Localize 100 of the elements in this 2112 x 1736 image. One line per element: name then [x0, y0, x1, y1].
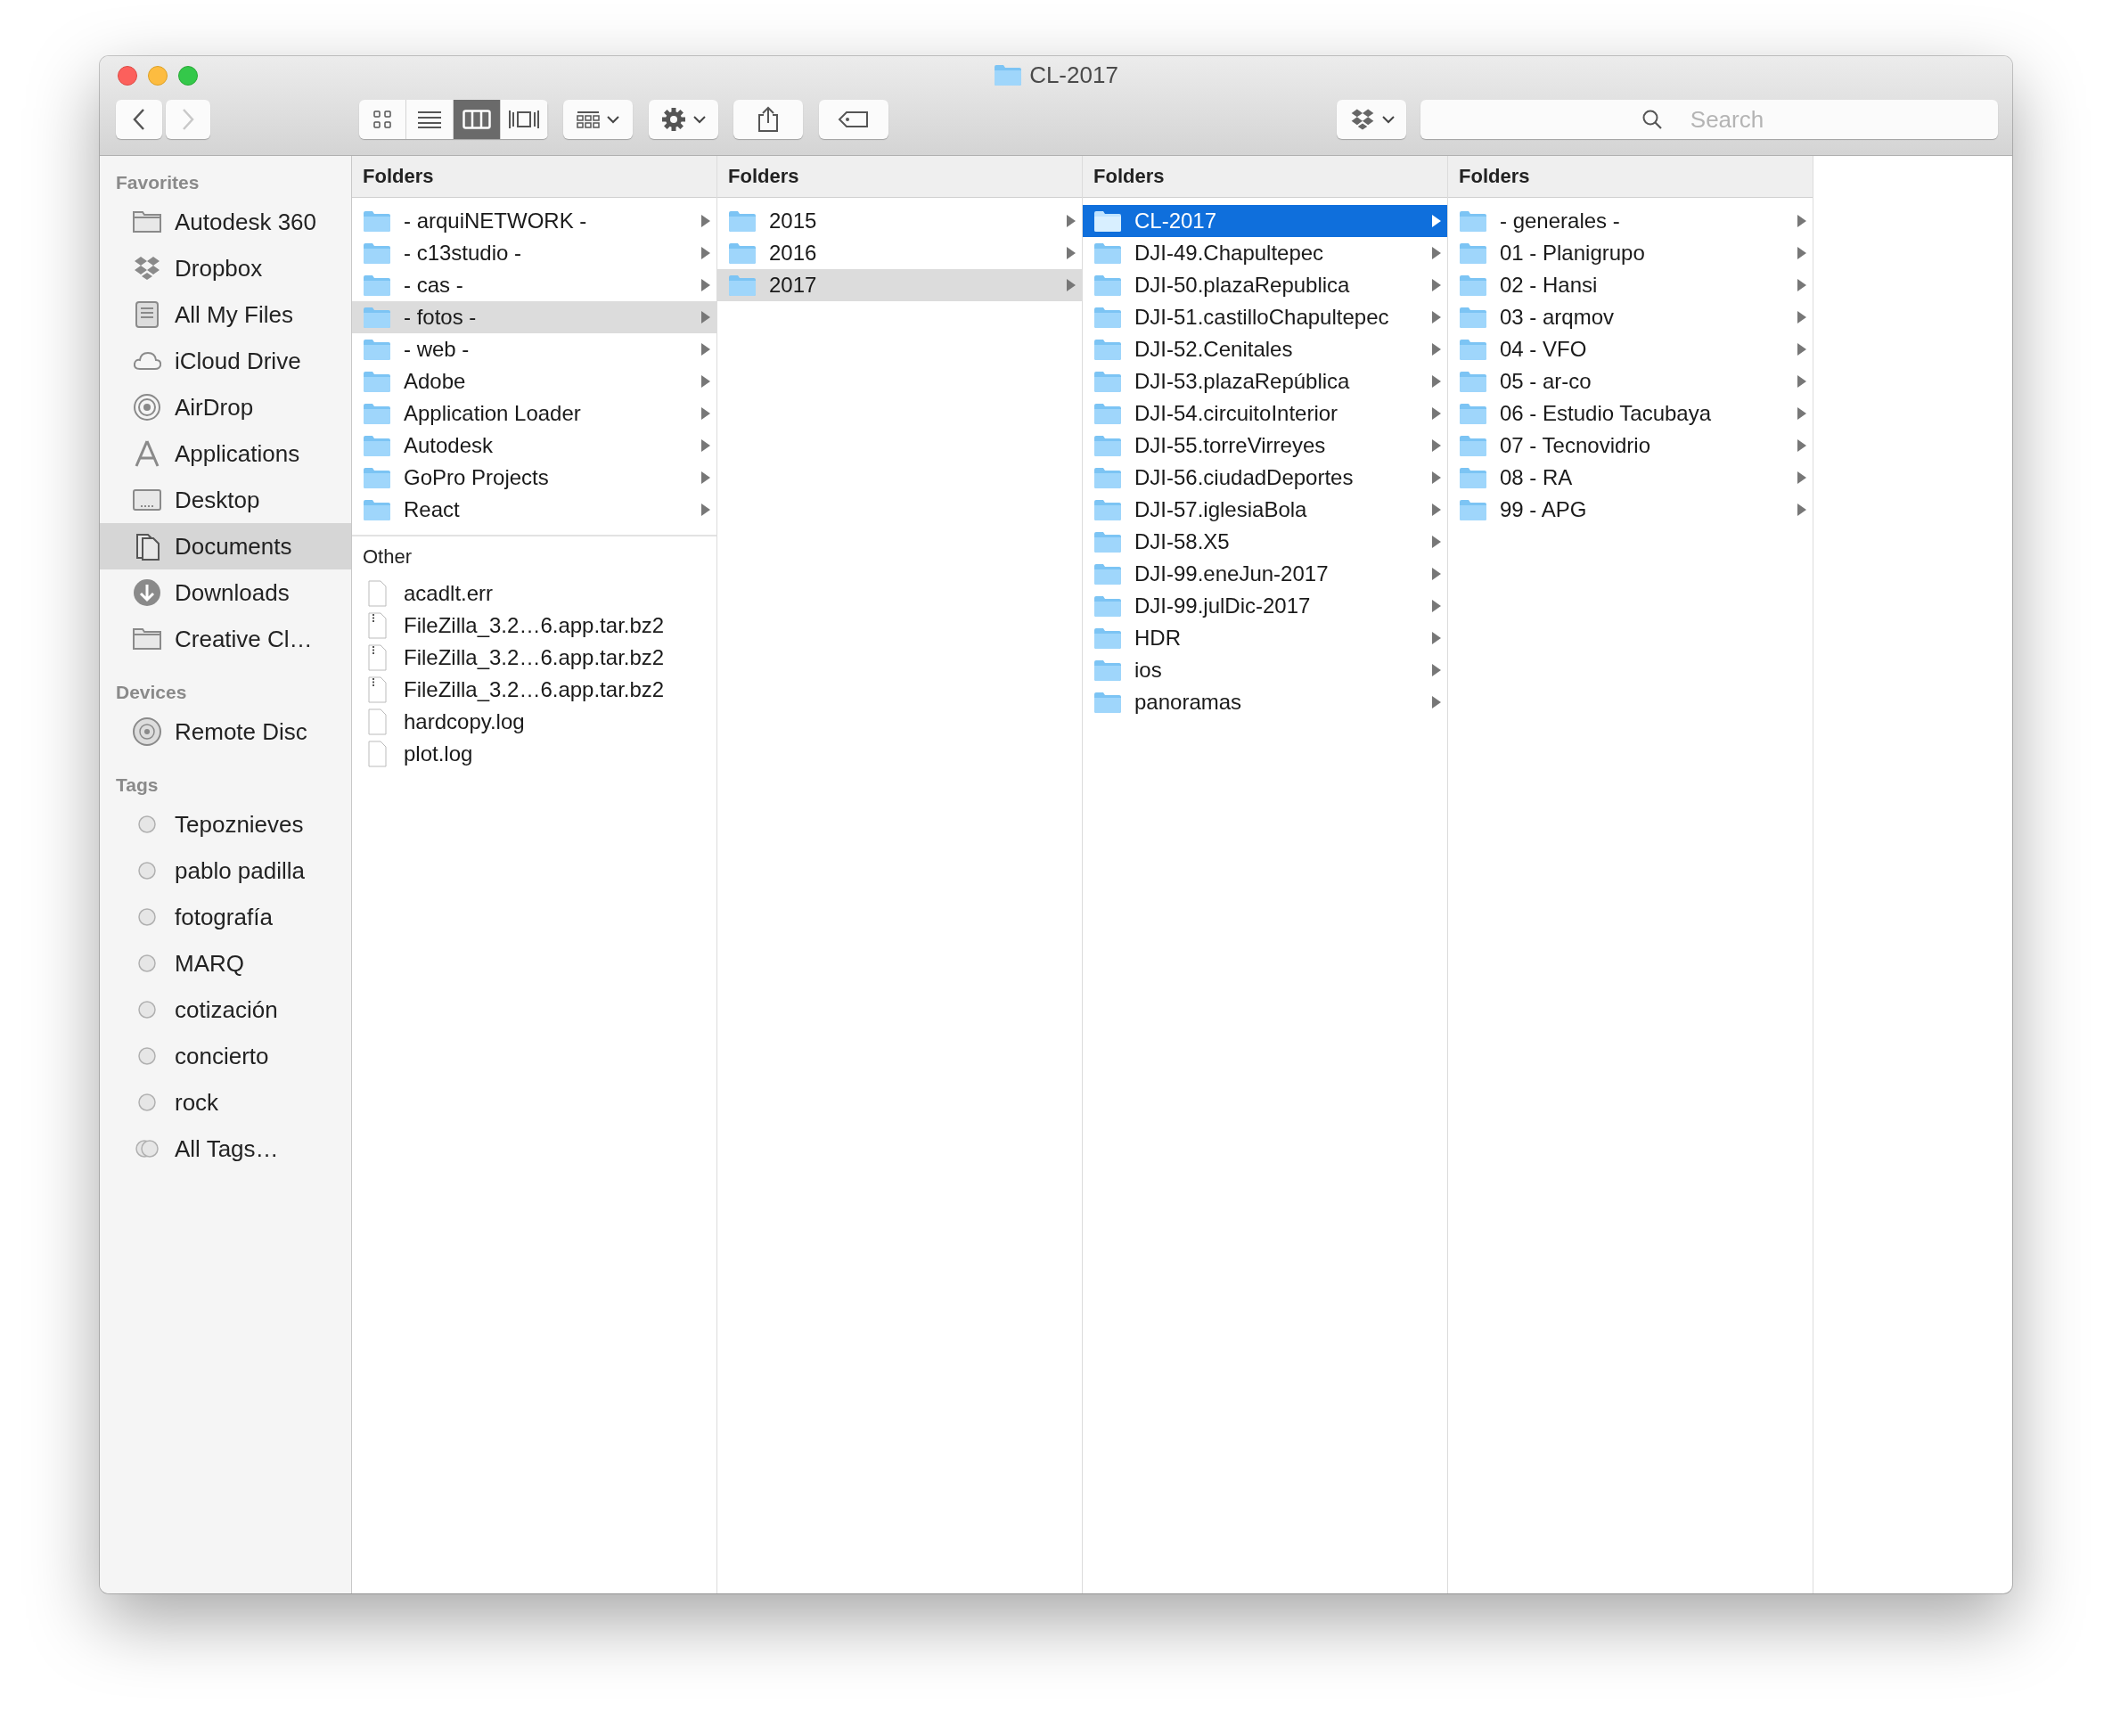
folder-icon	[363, 338, 391, 361]
view-mode-button[interactable]	[359, 100, 406, 139]
file-row[interactable]: 01 - Planigrupo	[1448, 237, 1813, 269]
file-row[interactable]: FileZilla_3.2…6.app.tar.bz2	[352, 642, 716, 674]
file-row[interactable]: DJI-57.iglesiaBola	[1083, 494, 1447, 526]
file-row[interactable]: 02 - Hansi	[1448, 269, 1813, 301]
window-title: CL-2017	[1029, 61, 1118, 89]
file-row[interactable]: 07 - Tecnovidrio	[1448, 430, 1813, 462]
view-mode-button[interactable]	[501, 100, 548, 139]
file-row[interactable]: DJI-58.X5	[1083, 526, 1447, 558]
file-row[interactable]: Adobe	[352, 365, 716, 397]
disclosure-triangle-icon	[1797, 438, 1807, 453]
disclosure-triangle-icon	[1431, 471, 1442, 485]
sidebar-item[interactable]: Tepoznieves	[100, 801, 351, 848]
sidebar-item[interactable]: All Tags…	[100, 1126, 351, 1172]
search-field[interactable]: Search	[1420, 100, 1998, 139]
file-row[interactable]: - cas -	[352, 269, 716, 301]
close-button[interactable]	[118, 66, 137, 86]
folder-icon	[1093, 659, 1122, 682]
file-row[interactable]: 05 - ar-co	[1448, 365, 1813, 397]
file-row[interactable]: DJI-50.plazaRepublica	[1083, 269, 1447, 301]
folder-icon	[1093, 498, 1122, 521]
disclosure-triangle-icon	[1431, 695, 1442, 709]
folder-icon	[363, 209, 391, 233]
file-row[interactable]: 08 - RA	[1448, 462, 1813, 494]
file-row[interactable]: DJI-99.eneJun-2017	[1083, 558, 1447, 590]
sidebar-item[interactable]: Desktop	[100, 477, 351, 523]
file-row[interactable]: 03 - arqmov	[1448, 301, 1813, 333]
disclosure-triangle-icon	[700, 310, 711, 324]
share-button[interactable]	[733, 100, 803, 139]
folder-icon	[1093, 626, 1122, 650]
file-row[interactable]: DJI-56.ciudadDeportes	[1083, 462, 1447, 494]
file-row[interactable]: Autodesk	[352, 430, 716, 462]
file-row[interactable]: 06 - Estudio Tacubaya	[1448, 397, 1813, 430]
file-row[interactable]: React	[352, 494, 716, 526]
sidebar-item[interactable]: rock	[100, 1079, 351, 1126]
sidebar-item[interactable]: AirDrop	[100, 384, 351, 430]
sidebar-item[interactable]: Remote Disc	[100, 708, 351, 755]
view-mode-button[interactable]	[406, 100, 454, 139]
sidebar-item[interactable]: Applications	[100, 430, 351, 477]
file-row[interactable]: 2015	[717, 205, 1082, 237]
folder-icon	[1459, 242, 1487, 265]
file-row[interactable]: Application Loader	[352, 397, 716, 430]
file-row[interactable]: ios	[1083, 654, 1447, 686]
file-row[interactable]: HDR	[1083, 622, 1447, 654]
folder-icon	[1459, 306, 1487, 329]
sidebar-item[interactable]: Autodesk 360	[100, 199, 351, 245]
file-row[interactable]: 2017	[717, 269, 1082, 301]
file-row[interactable]: CL-2017	[1083, 205, 1447, 237]
file-row[interactable]: - web -	[352, 333, 716, 365]
folder-icon	[728, 209, 757, 233]
file-row[interactable]: 04 - VFO	[1448, 333, 1813, 365]
file-row[interactable]: DJI-49.Chapultepec	[1083, 237, 1447, 269]
file-row[interactable]: FileZilla_3.2…6.app.tar.bz2	[352, 674, 716, 706]
file-row[interactable]: DJI-52.Cenitales	[1083, 333, 1447, 365]
folder-icon	[363, 306, 391, 329]
file-row[interactable]: - c13studio -	[352, 237, 716, 269]
folder-icon	[728, 242, 757, 265]
file-row[interactable]: 2016	[717, 237, 1082, 269]
folder-icon	[1093, 370, 1122, 393]
file-row[interactable]: - generales -	[1448, 205, 1813, 237]
file-row[interactable]: DJI-54.circuitoInterior	[1083, 397, 1447, 430]
file-row[interactable]: panoramas	[1083, 686, 1447, 718]
sidebar-item[interactable]: pablo padilla	[100, 848, 351, 894]
sidebar-item[interactable]: MARQ	[100, 940, 351, 987]
action-button[interactable]	[649, 100, 718, 139]
file-row[interactable]: GoPro Projects	[352, 462, 716, 494]
sidebar-item[interactable]: concierto	[100, 1033, 351, 1079]
sidebar-item[interactable]: Downloads	[100, 569, 351, 616]
folder-icon	[1459, 466, 1487, 489]
sidebar-item[interactable]: Creative Cl…	[100, 616, 351, 662]
view-mode-button[interactable]	[454, 100, 501, 139]
file-row[interactable]: plot.log	[352, 738, 716, 770]
sidebar-item[interactable]: Documents	[100, 523, 351, 569]
tag-button[interactable]	[819, 100, 888, 139]
dropbox-button[interactable]	[1337, 100, 1406, 139]
disclosure-triangle-icon	[1797, 310, 1807, 324]
sidebar-item[interactable]: iCloud Drive	[100, 338, 351, 384]
file-row[interactable]: DJI-55.torreVirreyes	[1083, 430, 1447, 462]
folder-icon	[1459, 402, 1487, 425]
file-row[interactable]: acadlt.err	[352, 577, 716, 610]
file-row[interactable]: - fotos -	[352, 301, 716, 333]
file-row[interactable]: DJI-99.julDic-2017	[1083, 590, 1447, 622]
sidebar-item[interactable]: Dropbox	[100, 245, 351, 291]
chevron-down-icon	[1382, 115, 1395, 124]
back-button[interactable]	[116, 100, 162, 139]
file-row[interactable]: DJI-51.castilloChapultepec	[1083, 301, 1447, 333]
file-row[interactable]: - arquiNETWORK -	[352, 205, 716, 237]
disclosure-triangle-icon	[1066, 246, 1076, 260]
folder-icon	[1093, 209, 1122, 233]
sidebar-item[interactable]: All My Files	[100, 291, 351, 338]
arrange-button[interactable]	[563, 100, 633, 139]
sidebar-item[interactable]: fotografía	[100, 894, 351, 940]
search-icon	[1641, 109, 1663, 130]
file-row[interactable]: hardcopy.log	[352, 706, 716, 738]
file-row[interactable]: DJI-53.plazaRepública	[1083, 365, 1447, 397]
file-row[interactable]: 99 - APG	[1448, 494, 1813, 526]
file-row[interactable]: FileZilla_3.2…6.app.tar.bz2	[352, 610, 716, 642]
folder-icon	[1093, 306, 1122, 329]
sidebar-item[interactable]: cotización	[100, 987, 351, 1033]
